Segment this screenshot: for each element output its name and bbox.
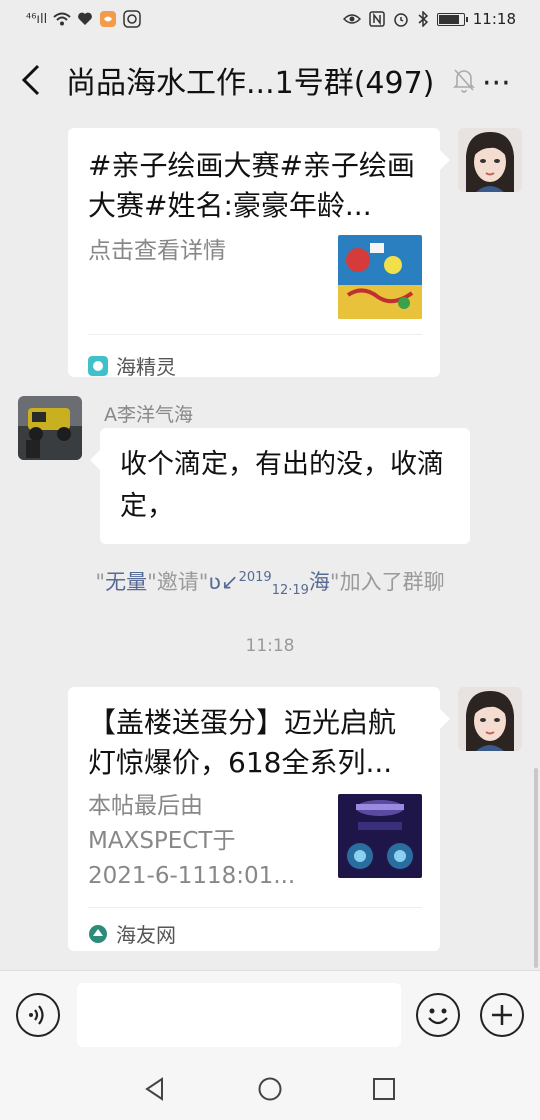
alarm-icon: [394, 13, 408, 27]
voice-button[interactable]: [16, 993, 60, 1037]
card-source: 海精灵: [88, 351, 176, 380]
shared-card-2[interactable]: 【盖楼送蛋分】迈光启航灯惊爆价，618全系列... 本帖最后由 MAXSPECT…: [68, 687, 450, 951]
card-desc-line-2: MAXSPECT于: [88, 828, 236, 854]
plus-icon: [492, 1005, 512, 1025]
scrollbar[interactable]: [534, 768, 538, 968]
nav-home-icon[interactable]: [257, 1076, 283, 1102]
card-title: 【盖楼送蛋分】迈光启航灯惊爆价，618全系列...: [88, 706, 397, 779]
card-desc-line-1: 本帖最后由: [88, 793, 203, 819]
shared-card-1[interactable]: #亲子绘画大赛#亲子绘画大赛#姓名:豪豪年龄... 点击查看详情 海精灵: [68, 128, 450, 380]
chat-title: 尚品海水工作...1号群(497): [66, 66, 435, 101]
card-thumbnail: [338, 794, 422, 878]
nav-back-icon[interactable]: [142, 1076, 168, 1102]
emoji-icon: [428, 1008, 448, 1025]
message-bubble[interactable]: 收个滴定，有出的没，收滴定，: [90, 428, 470, 544]
nfc-icon: [369, 11, 385, 27]
bluetooth-icon: [418, 11, 428, 27]
input-bar: [0, 970, 540, 1060]
sender-avatar[interactable]: [18, 396, 82, 460]
card-desc: 点击查看详情: [88, 238, 226, 264]
app-logo-icon: [88, 355, 108, 376]
heart-app-icon: [78, 12, 93, 25]
app-logo-icon: [89, 924, 107, 943]
timestamp: 11:18: [245, 636, 295, 656]
voice-icon: [29, 1005, 44, 1025]
chat-area[interactable]: #亲子绘画大赛#亲子绘画大赛#姓名:豪豪年龄... 点击查看详情 海精灵 A李洋…: [0, 120, 540, 970]
card-divider: [88, 907, 422, 908]
sender-name: A李洋气海: [104, 404, 193, 426]
message-text: 收个滴定，有出的没，收滴定，: [120, 449, 444, 522]
status-left: ⁴⁶ıll: [26, 10, 142, 28]
card-source: 海友网: [88, 919, 176, 948]
orange-app-icon: [100, 11, 117, 27]
back-arrow-icon[interactable]: [18, 62, 46, 98]
card-title: #亲子绘画大赛#亲子绘画大赛#姓名:豪豪年龄...: [88, 149, 415, 222]
signal-icon: ⁴⁶ıll: [26, 11, 48, 27]
nav-recents-icon[interactable]: [371, 1076, 397, 1102]
battery-icon: [436, 12, 468, 26]
invitee-link[interactable]: ʋ↙201912·19海: [208, 570, 329, 598]
emoji-button[interactable]: [416, 993, 460, 1037]
chat-header: 尚品海水工作...1号群(497) ···: [0, 40, 540, 120]
status-time: 11:18: [472, 10, 516, 28]
eye-icon: [342, 14, 361, 24]
card-thumbnail: [338, 235, 422, 319]
card-source-name: 海友网: [116, 923, 176, 947]
more-functions-button[interactable]: [480, 993, 524, 1037]
wifi-icon: [53, 12, 71, 26]
message-input[interactable]: [77, 983, 401, 1047]
settings-app-icon: [123, 10, 142, 28]
system-message: "无量"邀请"ʋ↙201912·19海"加入了群聊: [95, 570, 445, 599]
card-divider: [88, 334, 422, 335]
my-avatar[interactable]: [458, 128, 522, 192]
system-nav-bar: [0, 1060, 540, 1120]
status-right: 11:18: [342, 10, 516, 28]
my-avatar[interactable]: [458, 687, 522, 751]
more-options-button[interactable]: ···: [482, 66, 511, 101]
status-bar: ⁴⁶ıll 11:18: [0, 0, 540, 40]
card-desc-line-3: 2021-6-1118:01...: [88, 863, 296, 889]
card-source-name: 海精灵: [116, 355, 176, 379]
inviter-link[interactable]: 无量: [105, 570, 147, 594]
mute-bell-icon: [453, 69, 475, 93]
